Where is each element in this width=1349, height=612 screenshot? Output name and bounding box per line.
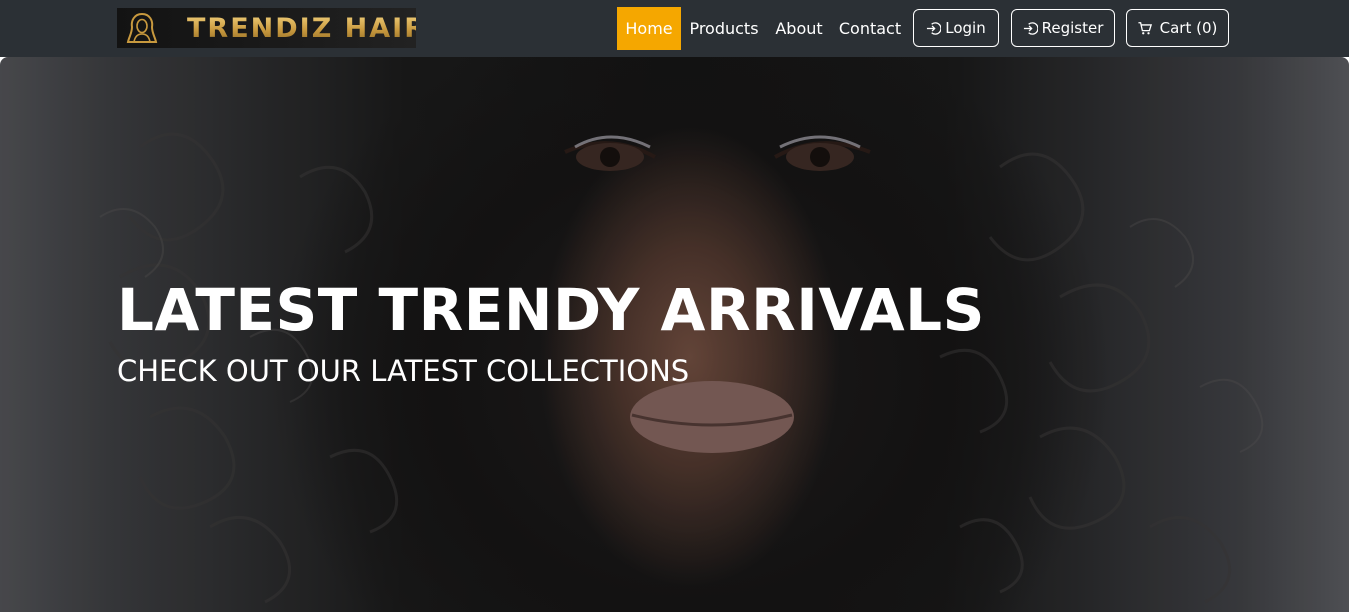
login-label: Login [945,19,986,37]
brand-name: TRENDIZ HAIR [187,13,416,44]
cart-button[interactable]: Cart (0) [1126,9,1229,47]
cart-label: Cart (0) [1159,19,1218,37]
login-button[interactable]: Login [913,9,999,47]
nav-about[interactable]: About [770,7,828,50]
woman-silhouette-icon [117,8,163,48]
nav-products[interactable]: Products [685,7,763,50]
cart-icon [1138,21,1152,35]
hero-banner: LATEST TRENDY ARRIVALS CHECK OUT OUR LAT… [0,57,1349,612]
register-button[interactable]: Register [1011,9,1115,47]
nav-home[interactable]: Home [617,7,681,50]
register-label: Register [1041,19,1104,37]
nav-contact[interactable]: Contact [835,7,905,50]
brand-logo[interactable]: TRENDIZ HAIR [117,8,416,48]
navbar: TRENDIZ HAIR Home Products About Contact… [0,0,1349,57]
sign-in-icon [926,21,942,36]
hero-subtitle: CHECK OUT OUR LATEST COLLECTIONS [117,354,690,388]
sign-in-icon [1023,21,1038,36]
hero-title: LATEST TRENDY ARRIVALS [117,276,985,344]
